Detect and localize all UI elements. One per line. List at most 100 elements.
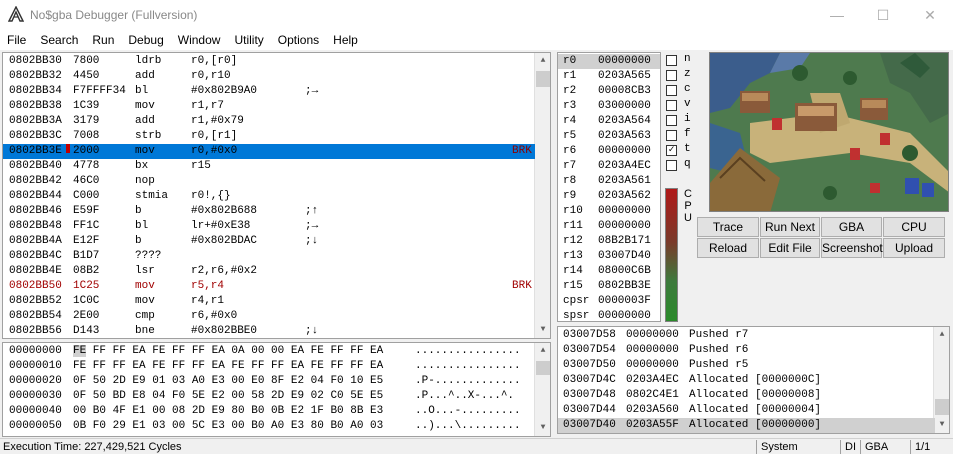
register-row[interactable]: r2 00008CB3 (558, 84, 660, 99)
gba-specs-button[interactable]: GBA Specs (821, 217, 882, 252)
memory-hexdump-pane[interactable]: ▲ ▼ 00000000 FE FF FF EA FE FF FF EA 0A 0… (2, 342, 551, 437)
disassembly-row[interactable]: 0802BB50 1C25 mov r5,r4 BRK (3, 279, 535, 294)
menu-utility[interactable]: Utility (227, 30, 270, 50)
register-row[interactable]: r13 03007D40 (558, 249, 660, 264)
disassembly-row[interactable]: 0802BB46 E59F b #0x802B688 ;↑ (3, 204, 535, 219)
scroll-up-icon[interactable]: ▲ (934, 327, 949, 343)
stack-log-pane[interactable]: ▲ ▼ 03007D58 00000000 Pushed r7 03007D54 000… (557, 326, 950, 434)
register-row[interactable]: r1 0203A565 (558, 69, 660, 84)
register-row[interactable]: r15 0802BB3E (558, 279, 660, 294)
register-row[interactable]: r12 08B2B171 (558, 234, 660, 249)
menu-run[interactable]: Run (85, 30, 121, 50)
register-row[interactable]: r7 0203A4EC (558, 159, 660, 174)
upload-button[interactable]: Upload (883, 238, 945, 258)
flag-checkbox[interactable]: ✓ (666, 145, 677, 156)
register-row[interactable]: r11 00000000 (558, 219, 660, 234)
stack-log-row[interactable]: 03007D54 00000000 Pushed r6 (558, 343, 935, 358)
scroll-thumb[interactable] (536, 361, 550, 375)
stack-log-row[interactable]: 03007D50 00000000 Pushed r5 (558, 358, 935, 373)
scroll-up-icon[interactable]: ▲ (535, 53, 550, 69)
instruction-comment: ;↓ (305, 325, 319, 337)
flag-checkbox[interactable] (666, 130, 677, 141)
disassembly-row[interactable]: 0802BB48 FF1C bl lr+#0xE38 ;→ (3, 219, 535, 234)
scroll-up-icon[interactable]: ▲ (535, 343, 550, 359)
register-row[interactable]: r4 0203A564 (558, 114, 660, 129)
disassembly-row[interactable]: 0802BB4C B1D7???? (3, 249, 535, 264)
register-row[interactable]: cpsr 0000003F (558, 294, 660, 309)
disassembly-row[interactable]: 0802BB32 4450 add r0,r10 (3, 69, 535, 84)
flag-checkbox[interactable] (666, 100, 677, 111)
register-row[interactable]: r6 00000000 (558, 144, 660, 159)
game-screen-image (710, 53, 948, 211)
register-row[interactable]: r10 00000000 (558, 204, 660, 219)
disassembly-pane[interactable]: ▲ ▼ 0802BB30 7800 ldrb r0,[r0] 0802BB32 4450 a… (2, 52, 551, 339)
disassembly-row[interactable]: 0802BB3A 3179 add r1,#0x79 (3, 114, 535, 129)
flag-checkbox[interactable] (666, 55, 677, 66)
stack-log-row[interactable]: 03007D58 00000000 Pushed r7 (558, 328, 935, 343)
cpu-specs-button[interactable]: CPU Specs (883, 217, 945, 252)
stack-log-row[interactable]: 03007D4C 0203A4EC Allocated [0000000C] (558, 373, 935, 388)
instruction-opcode: ???? (135, 250, 162, 262)
disassembly-row[interactable]: 0802BB44 C000 stmia r0!,{} (3, 189, 535, 204)
hexdump-first-byte: FE (73, 360, 87, 372)
scroll-down-icon[interactable]: ▼ (934, 417, 949, 433)
hexdump-bytes: 0F 50 BD E8 04 F0 5E E2 00 58 2D E9 02 C… (73, 389, 383, 404)
reload-button[interactable]: Reload (697, 238, 759, 258)
stack-log-row[interactable]: 03007D40 0203A55F Allocated [00000000] (558, 418, 935, 433)
instruction-hex: 3179 (73, 115, 100, 127)
edit-file-button[interactable]: Edit File (760, 238, 820, 258)
stack-log-row[interactable]: 03007D44 0203A560 Allocated [00000004] (558, 403, 935, 418)
register-row[interactable]: r5 0203A563 (558, 129, 660, 144)
menu-file[interactable]: File (0, 30, 33, 50)
disassembly-row[interactable]: 0802BB3C 7008 strb r0,[r1] (3, 129, 535, 144)
cpu-label: C P U (684, 188, 692, 224)
run-next-button[interactable]: Run Next (760, 217, 820, 237)
register-row[interactable]: r3 03000000 (558, 99, 660, 114)
menu-debug[interactable]: Debug (121, 30, 170, 50)
scroll-thumb[interactable] (536, 71, 550, 87)
disassembly-row[interactable]: 0802BB56 D143 bne #0x802BBE0 ;↓ (3, 324, 535, 338)
stack-description: Allocated [00000004] (689, 404, 822, 416)
screenshot-button[interactable]: Screenshot (821, 238, 883, 258)
flag-checkbox[interactable] (666, 85, 677, 96)
maximize-button[interactable]: ☐ (860, 0, 906, 30)
scroll-thumb[interactable] (935, 399, 949, 415)
disassembly-row[interactable]: 0802BB3E 2000 mov r0,#0x0 BRK (3, 144, 535, 159)
instruction-operands: r1,#0x79 (191, 115, 244, 127)
hexdump-scrollbar[interactable]: ▲ ▼ (534, 343, 550, 436)
scroll-down-icon[interactable]: ▼ (535, 322, 550, 338)
flag-checkbox[interactable] (666, 160, 677, 171)
disassembly-row[interactable]: 0802BB54 2E00 cmp r6,#0x0 (3, 309, 535, 324)
log-scrollbar[interactable]: ▲ ▼ (933, 327, 949, 433)
menu-options[interactable]: Options (271, 30, 326, 50)
register-row[interactable]: r0 00000000 (558, 54, 660, 69)
minimize-button[interactable]: — (814, 0, 860, 30)
disassembly-row[interactable]: 0802BB42 46C0 nop (3, 174, 535, 189)
menu-help[interactable]: Help (326, 30, 365, 50)
instruction-hex: D143 (73, 325, 100, 337)
menu-window[interactable]: Window (171, 30, 228, 50)
registers-pane[interactable]: r0 00000000 r1 0203A565 r2 00008CB3 r3 03000000… (557, 52, 661, 322)
hexdump-ascii: ..O...-......... (415, 405, 521, 417)
game-screen[interactable] (709, 52, 949, 212)
disassembly-row[interactable]: 0802BB4E 08B2 lsr r2,r6,#0x2 (3, 264, 535, 279)
disassembly-row[interactable]: 0802BB34 F7FFFF34 bl #0x802B9A0 ;→ (3, 84, 535, 99)
register-row[interactable]: spsr 00000000 (558, 309, 660, 321)
trace-button[interactable]: Trace (697, 217, 759, 237)
instruction-hex: 1C25 (73, 280, 100, 292)
register-row[interactable]: r14 08000C6B (558, 264, 660, 279)
flag-checkbox[interactable] (666, 70, 677, 81)
menu-search[interactable]: Search (33, 30, 85, 50)
disassembly-row[interactable]: 0802BB52 1C0C mov r4,r1 (3, 294, 535, 309)
register-row[interactable]: r8 0203A561 (558, 174, 660, 189)
disassembly-row[interactable]: 0802BB30 7800 ldrb r0,[r0] (3, 54, 535, 69)
close-button[interactable]: ✕ (907, 0, 953, 30)
disassembly-row[interactable]: 0802BB38 1C39 mov r1,r7 (3, 99, 535, 114)
disassembly-row[interactable]: 0802BB4A E12F b #0x802BDAC ;↓ (3, 234, 535, 249)
scroll-down-icon[interactable]: ▼ (535, 420, 550, 436)
disassembly-row[interactable]: 0802BB40 4778 bx r15 (3, 159, 535, 174)
register-row[interactable]: r9 0203A562 (558, 189, 660, 204)
disassembly-scrollbar[interactable]: ▲ ▼ (534, 53, 550, 338)
flag-checkbox[interactable] (666, 115, 677, 126)
stack-log-row[interactable]: 03007D48 0802C4E1 Allocated [00000008] (558, 388, 935, 403)
